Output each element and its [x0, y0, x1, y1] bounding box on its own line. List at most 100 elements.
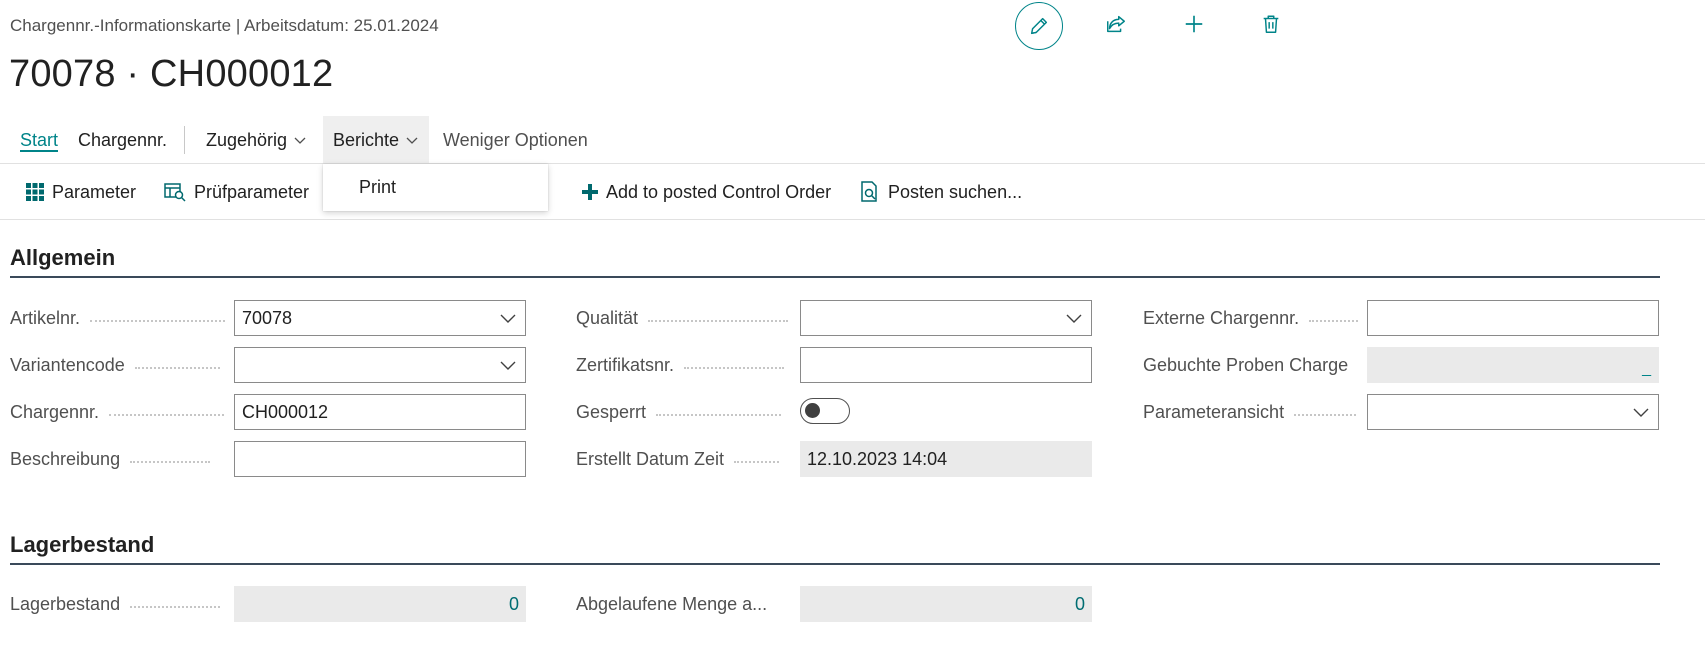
pruefparameter-label: Prüfparameter [194, 181, 310, 202]
qualitaet-input[interactable] [800, 300, 1092, 336]
gebuchte-label: Gebuchte Proben Charge [1143, 354, 1349, 375]
add-control-order-label: Add to posted Control Order [606, 181, 832, 202]
erstellt-datum-zeit-value: 12.10.2023 14:04 [800, 441, 1092, 477]
tab-separator [184, 126, 185, 154]
table-search-icon [164, 183, 186, 202]
field-label: Externe Chargennr. [1143, 300, 1358, 336]
trash-icon [1263, 15, 1279, 33]
edit-button[interactable] [1015, 2, 1063, 50]
tab-berichte[interactable]: Berichte [323, 116, 430, 164]
add-control-order-button[interactable]: Add to posted Control Order [582, 168, 831, 216]
tab-zugehoerig[interactable]: Zugehörig [206, 116, 307, 164]
artikelnr-input[interactable]: 70078 [234, 300, 526, 336]
pruefparameter-button[interactable]: Prüfparameter [164, 168, 309, 216]
pencil-icon [1030, 17, 1048, 35]
posten-suchen-button[interactable]: Posten suchen... [860, 168, 1022, 216]
plus-icon [1185, 15, 1203, 33]
active-tab-indicator [20, 150, 59, 152]
leader-dots [656, 414, 782, 416]
document-search-icon [861, 181, 877, 202]
chevron-down-icon [293, 133, 307, 147]
tab-berichte-label: Berichte [333, 129, 400, 150]
field-label: Artikelnr. [10, 300, 225, 336]
tab-start[interactable]: Start [20, 116, 59, 164]
externe-chargennr-input[interactable] [1367, 300, 1659, 336]
field-label: Qualität [576, 300, 791, 336]
menu-item-print[interactable]: Print [359, 177, 396, 198]
tab-start-label: Start [20, 129, 59, 150]
field-label: Gebuchte Proben Charge [1143, 347, 1358, 383]
delete-button[interactable] [1255, 8, 1287, 40]
leader-dots [130, 606, 221, 608]
leader-dots [1309, 320, 1358, 322]
grid-icon [26, 183, 44, 201]
tab-weniger-label: Weniger Optionen [443, 129, 588, 150]
parameter-label: Parameter [52, 181, 137, 202]
chevron-down-icon[interactable] [1065, 309, 1083, 332]
leader-dots [90, 320, 225, 322]
new-button[interactable] [1178, 8, 1210, 40]
assist-link[interactable]: _ [1642, 360, 1651, 378]
breadcrumb: Chargennr.-Informationskarte | Arbeitsda… [10, 16, 439, 35]
chargennr-input[interactable]: CH000012 [234, 394, 526, 430]
share-button[interactable] [1100, 8, 1132, 40]
field-label: Lagerbestand [10, 586, 225, 622]
share-icon [1107, 15, 1125, 33]
qualitaet-label: Qualität [576, 307, 639, 328]
leader-dots [734, 461, 780, 463]
leader-dots [684, 367, 785, 369]
field-label: Chargennr. [10, 394, 225, 430]
field-label: Zertifikatsnr. [576, 347, 791, 383]
leader-dots [134, 367, 220, 369]
beschreibung-label: Beschreibung [10, 448, 121, 469]
divider [0, 163, 1705, 164]
leader-dots [109, 414, 225, 416]
chevron-down-icon[interactable] [499, 309, 517, 332]
tab-chargennr[interactable]: Chargennr. [78, 116, 167, 164]
page-title: 70078 · CH000012 [9, 53, 334, 95]
chevron-down-icon[interactable] [499, 356, 517, 379]
artikelnr-value: 70078 [242, 307, 293, 328]
section-title-allgemein[interactable]: Allgemein [10, 245, 115, 271]
externe-label: Externe Chargennr. [1143, 307, 1300, 328]
gesperrt-toggle[interactable] [800, 398, 850, 424]
leader-dots [130, 461, 211, 463]
tab-weniger-optionen[interactable]: Weniger Optionen [443, 116, 588, 164]
toggle-knob [805, 403, 820, 418]
section-title-lagerbestand[interactable]: Lagerbestand [10, 532, 154, 558]
zertifikatsnr-input[interactable] [800, 347, 1092, 383]
field-label: Variantencode [10, 347, 225, 383]
plus-icon [582, 184, 598, 200]
chargennr-label: Chargennr. [10, 401, 100, 422]
toolbar: Parameter Prüfparameter Add to posted Co… [0, 168, 1705, 216]
divider [0, 219, 1705, 220]
parameteransicht-label: Parameteransicht [1143, 401, 1285, 422]
lagerbestand-value[interactable]: 0 [234, 586, 526, 622]
posten-suchen-label: Posten suchen... [888, 181, 1023, 202]
action-bar: Start Chargennr. Zugehörig Berichte Weni… [0, 116, 1705, 164]
abgelaufene-label: Abgelaufene Menge a... [576, 593, 768, 614]
lagerbestand-label: Lagerbestand [10, 593, 121, 614]
leader-dots [1294, 414, 1357, 416]
parameteransicht-input[interactable] [1367, 394, 1659, 430]
chevron-down-icon [405, 133, 419, 147]
erstellt-label: Erstellt Datum Zeit [576, 448, 725, 469]
abgelaufene-menge-value[interactable]: 0 [800, 586, 1092, 622]
field-label: Abgelaufene Menge a... [576, 586, 791, 622]
variantencode-label: Variantencode [10, 354, 125, 375]
variantencode-input[interactable] [234, 347, 526, 383]
tab-chargennr-label: Chargennr. [78, 129, 168, 150]
beschreibung-input[interactable] [234, 441, 526, 477]
gebuchte-proben-charge-field[interactable]: _ [1367, 347, 1659, 383]
tab-zugehoerig-label: Zugehörig [206, 129, 288, 150]
zertifikatsnr-label: Zertifikatsnr. [576, 354, 675, 375]
chevron-down-icon[interactable] [1632, 403, 1650, 426]
section-divider [10, 563, 1660, 565]
artikelnr-label: Artikelnr. [10, 307, 81, 328]
field-label: Beschreibung [10, 441, 225, 477]
section-divider [10, 276, 1660, 278]
chargennr-value: CH000012 [242, 401, 329, 422]
gesperrt-label: Gesperrt [576, 401, 647, 422]
field-label: Erstellt Datum Zeit [576, 441, 791, 477]
parameter-button[interactable]: Parameter [26, 168, 136, 216]
